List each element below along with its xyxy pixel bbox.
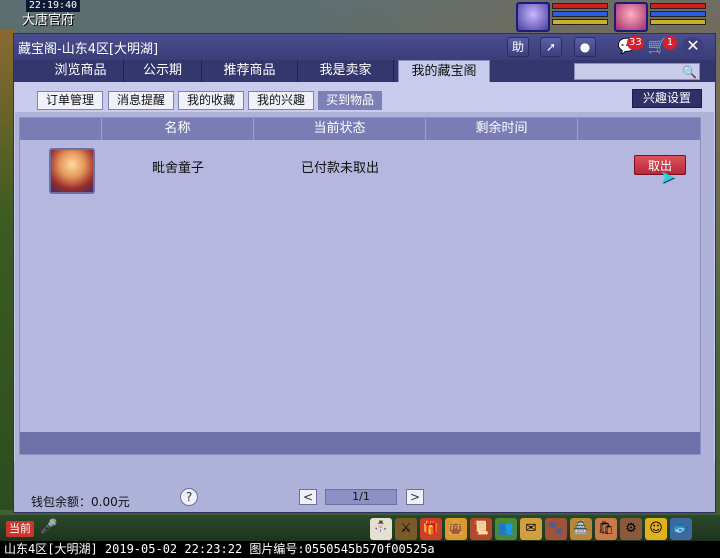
mail-icon[interactable]: ✉ — [520, 518, 542, 540]
table-footer-bar — [20, 432, 700, 454]
player-status-bars — [650, 3, 706, 27]
snowman-icon[interactable]: ⛄ — [370, 518, 392, 540]
pet-status-bars — [552, 3, 608, 27]
subtab-notifications[interactable]: 消息提醒 — [108, 91, 174, 110]
share-button[interactable]: ➚ — [540, 37, 562, 57]
chat-strip: 当前 🎤 ⛄ ⚔ 🎁 👜 📜 👥 ✉ 🐾 🏯 🛍 ⚙ ☺ 🐟 — [0, 515, 720, 541]
help-button[interactable]: 助 — [507, 37, 529, 57]
fish-icon[interactable]: 🐟 — [670, 518, 692, 540]
microphone-icon[interactable]: 🎤 — [40, 519, 57, 535]
pet-icon[interactable]: 🐾 — [545, 518, 567, 540]
player-anger-bar — [650, 19, 706, 25]
share-icon: ➚ — [545, 40, 557, 54]
pet-mp-bar — [552, 11, 608, 17]
record-icon: ● — [579, 40, 591, 54]
prev-page-button[interactable]: < — [299, 489, 317, 505]
table-header: 名称 当前状态 剩余时间 — [20, 118, 700, 140]
guild-icon[interactable]: 🏯 — [570, 518, 592, 540]
header-status: 当前状态 — [254, 118, 426, 140]
header-action — [578, 118, 700, 140]
close-icon: ✕ — [686, 36, 700, 55]
player-mp-bar — [650, 11, 706, 17]
tab-recommended[interactable]: 推荐商品 — [202, 60, 298, 82]
window-title: 藏宝阁-山东4区[大明湖] — [18, 42, 159, 57]
treasure-pavilion-window: 藏宝阁-山东4区[大明湖] 助 ➚ ● 💬 33 🛒 1 ✕ 浏览商品 公示期 … — [13, 33, 716, 513]
header-thumbnail — [20, 118, 102, 140]
subtab-interests[interactable]: 我的兴趣 — [248, 91, 314, 110]
cart-count-badge: 1 — [663, 36, 677, 50]
pet-hp-bar — [552, 3, 608, 9]
header-remaining-time: 剩余时间 — [426, 118, 578, 140]
player-portrait[interactable] — [614, 2, 648, 32]
pet-portrait[interactable] — [516, 2, 550, 32]
chat-channel-tag[interactable]: 当前 — [6, 521, 34, 537]
close-button[interactable]: ✕ — [682, 37, 704, 57]
item-thumbnail[interactable] — [49, 148, 95, 194]
subtab-purchased[interactable]: 买到物品 — [318, 91, 382, 110]
search-icon[interactable]: 🔍 — [682, 64, 697, 80]
map-location[interactable]: 大唐官府 — [22, 12, 92, 30]
question-icon[interactable]: ? — [180, 488, 198, 506]
subtab-orders[interactable]: 订单管理 — [37, 91, 103, 110]
sword-icon[interactable]: ⚔ — [395, 518, 417, 540]
screenshot-caption: 山东4区[大明湖] 2019-05-02 22:23:22 图片编号:05505… — [0, 541, 720, 558]
interest-settings-button[interactable]: 兴趣设置 — [632, 89, 702, 108]
team-icon[interactable]: 👥 — [495, 518, 517, 540]
tab-seller[interactable]: 我是卖家 — [298, 60, 394, 82]
header-name: 名称 — [102, 118, 254, 140]
purchased-items-table: 名称 当前状态 剩余时间 毗舍童子 已付款未取出 取出 ➤ — [19, 117, 701, 455]
pet-exp-bar — [552, 19, 608, 25]
tab-my-pavilion[interactable]: 我的藏宝阁 — [398, 60, 490, 82]
game-clock: 22:19:40 — [26, 0, 80, 12]
gift-icon[interactable]: 🎁 — [420, 518, 442, 540]
player-hp-bar — [650, 3, 706, 9]
tab-browse[interactable]: 浏览商品 — [38, 60, 124, 82]
quick-bar: ⛄ ⚔ 🎁 👜 📜 👥 ✉ 🐾 🏯 🛍 ⚙ ☺ 🐟 — [370, 518, 692, 540]
next-page-button[interactable]: > — [406, 489, 424, 505]
sub-tabs: 订单管理 消息提醒 我的收藏 我的兴趣 买到物品 兴趣设置 — [14, 82, 715, 112]
wallet-balance: 钱包余额：0.00元 — [31, 495, 130, 509]
search-input[interactable]: 🔍 — [574, 63, 700, 80]
item-status: 已付款未取出 — [300, 161, 379, 176]
table-row: 毗舍童子 已付款未取出 取出 ➤ — [20, 140, 700, 194]
tab-public-period[interactable]: 公示期 — [124, 60, 202, 82]
mouse-cursor-icon: ➤ — [660, 167, 676, 188]
page-indicator: 1/1 — [325, 489, 397, 505]
smiley-icon[interactable]: ☺ — [645, 518, 667, 540]
bag-icon[interactable]: 👜 — [445, 518, 467, 540]
scroll-icon[interactable]: 📜 — [470, 518, 492, 540]
item-name: 毗舍童子 — [151, 161, 204, 176]
window-titlebar[interactable]: 藏宝阁-山东4区[大明湖] 助 ➚ ● 💬 33 🛒 1 ✕ — [14, 34, 715, 60]
window-footer: 钱包余额：0.00元 ? < 1/1 > — [14, 462, 715, 512]
subtab-favorites[interactable]: 我的收藏 — [178, 91, 244, 110]
system-icon[interactable]: ⚙ — [620, 518, 642, 540]
main-tabs: 浏览商品 公示期 推荐商品 我是卖家 我的藏宝阁 🔍 — [14, 60, 715, 82]
shop-icon[interactable]: 🛍 — [595, 518, 617, 540]
record-button[interactable]: ● — [574, 37, 596, 57]
